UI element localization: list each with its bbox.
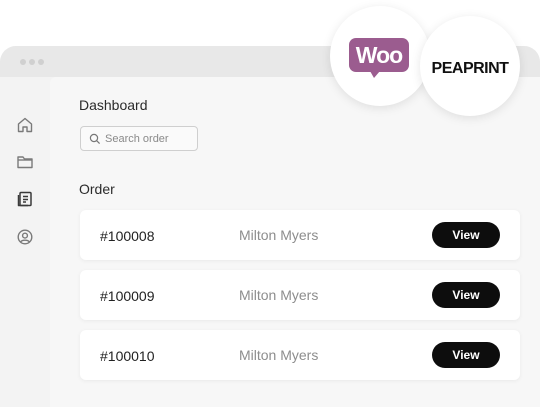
woo-logo-badge: Woo — [330, 6, 430, 106]
table-row: #100008 Milton Myers View — [80, 210, 520, 260]
customer-name: Milton Myers — [239, 287, 319, 303]
table-row: #100009 Milton Myers View — [80, 270, 520, 320]
orders-icon[interactable] — [15, 189, 35, 209]
window-dot — [29, 59, 35, 65]
customer-name: Milton Myers — [239, 347, 319, 363]
table-row: #100010 Milton Myers View — [80, 330, 520, 380]
search-input[interactable] — [105, 127, 193, 150]
account-icon[interactable] — [15, 227, 35, 247]
window-dot — [20, 59, 26, 65]
section-title: Order — [79, 181, 115, 197]
woo-logo: Woo — [349, 38, 409, 72]
peaprint-logo: PEAPRINT — [431, 60, 509, 77]
view-button[interactable]: View — [432, 282, 500, 308]
customer-name: Milton Myers — [239, 227, 319, 243]
search-icon — [89, 133, 101, 145]
sidebar — [0, 77, 50, 407]
main-content: Dashboard Order #100008 Milton Myers Vie… — [50, 77, 540, 407]
order-id: #100009 — [100, 288, 155, 304]
view-button[interactable]: View — [432, 342, 500, 368]
page-title: Dashboard — [79, 97, 148, 113]
view-button[interactable]: View — [432, 222, 500, 248]
order-id: #100008 — [100, 228, 155, 244]
search-box[interactable] — [80, 126, 198, 151]
folder-icon[interactable] — [15, 152, 35, 172]
window-dot — [38, 59, 44, 65]
woo-logo-tail — [370, 71, 380, 78]
home-icon[interactable] — [15, 115, 35, 135]
peaprint-logo-badge: PEAPRINT — [420, 16, 520, 116]
order-id: #100010 — [100, 348, 155, 364]
